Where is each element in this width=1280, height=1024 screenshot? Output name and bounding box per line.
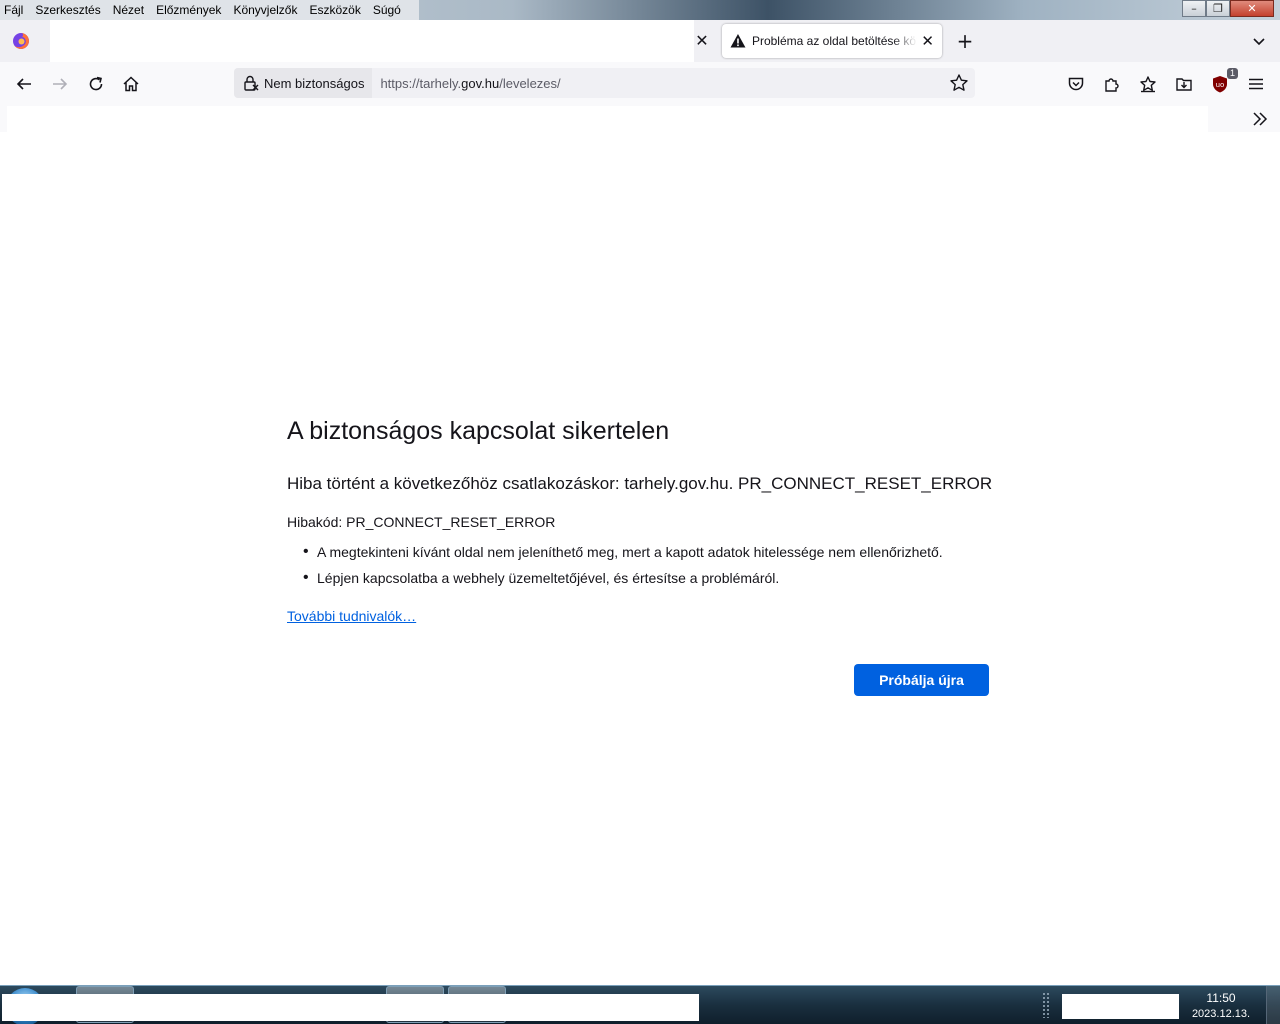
- back-arrow-icon: [16, 78, 31, 90]
- url-text[interactable]: https://tarhely.gov.hu/levelezes/: [380, 76, 560, 91]
- folder-download-icon: [1176, 78, 1192, 91]
- menu-history[interactable]: Előzmények: [156, 3, 221, 17]
- minimize-button[interactable]: –: [1182, 0, 1206, 17]
- error-code: Hibakód: PR_CONNECT_RESET_ERROR: [287, 514, 556, 530]
- page-content: A biztonságos kapcsolat sikertelen Hiba …: [0, 132, 1280, 985]
- url-suffix: /levelezes/: [499, 75, 561, 91]
- hamburger-menu-icon: [1249, 78, 1263, 90]
- clock-date: 2023.12.13.: [1191, 1008, 1251, 1020]
- tray-grip: [1042, 992, 1050, 1018]
- warning-icon: [730, 34, 746, 48]
- bookmarks-menu-button[interactable]: [1136, 72, 1160, 96]
- system-clock[interactable]: 11:50 2023.12.13.: [1188, 990, 1254, 1022]
- menu-view[interactable]: Nézet: [113, 3, 144, 17]
- home-button[interactable]: [119, 72, 143, 96]
- error-description: Hiba történt a következőhöz csatlakozásk…: [287, 474, 993, 493]
- address-bar[interactable]: Nem biztonságos https://tarhely.gov.hu/l…: [234, 68, 975, 98]
- extension-badge: 1: [1226, 68, 1238, 79]
- bookmark-star-icon[interactable]: [949, 73, 969, 93]
- downloads-button[interactable]: [1172, 72, 1196, 96]
- tab-active[interactable]: Probléma az oldal betöltése közben ✕: [722, 24, 942, 58]
- new-tab-button[interactable]: +: [954, 29, 976, 53]
- extensions-button[interactable]: [1100, 72, 1124, 96]
- menu-bar: Fájl Szerkesztés Nézet Előzmények Könyvj…: [0, 0, 419, 20]
- close-window-button[interactable]: ✕: [1230, 0, 1274, 17]
- firefox-icon: [13, 33, 29, 49]
- list-item: A megtekinteni kívánt oldal nem jeleníth…: [303, 543, 1007, 561]
- learn-more-link[interactable]: További tudnivalók…: [287, 608, 416, 624]
- window-title-bar: Fájl Szerkesztés Nézet Előzmények Könyvj…: [0, 0, 1280, 20]
- chevron-down-icon: [1253, 38, 1265, 46]
- back-button[interactable]: [12, 72, 36, 96]
- clock-time: 11:50: [1206, 991, 1236, 1005]
- menu-edit[interactable]: Szerkesztés: [35, 3, 100, 17]
- error-suggestions: A megtekinteni kívánt oldal nem jeleníth…: [303, 543, 1007, 587]
- svg-text:uo: uo: [1216, 81, 1225, 89]
- url-domain: gov.hu: [461, 75, 500, 91]
- redacted-tray-icons: [1062, 994, 1179, 1019]
- redacted-taskbar-items: [2, 994, 699, 1021]
- try-again-button[interactable]: Próbálja újra: [854, 664, 989, 696]
- reload-icon: [89, 76, 103, 91]
- star-list-icon: [1140, 76, 1156, 93]
- error-title: A biztonságos kapcsolat sikertelen: [287, 417, 670, 445]
- redacted-tab[interactable]: [50, 20, 694, 68]
- menu-bookmarks[interactable]: Könyvjelzők: [233, 3, 297, 17]
- taskbar: 11:50 2023.12.13.: [0, 985, 1280, 1024]
- tab-close-icon[interactable]: ✕: [921, 32, 934, 50]
- tab-close-icon[interactable]: ✕: [692, 30, 712, 50]
- security-label: Nem biztonságos: [264, 75, 365, 91]
- pocket-button[interactable]: [1064, 72, 1088, 96]
- list-all-tabs-button[interactable]: [1248, 30, 1270, 52]
- app-menu-button[interactable]: [1244, 72, 1268, 96]
- url-prefix: https://tarhely.: [380, 75, 462, 91]
- navigation-toolbar: Nem biztonságos https://tarhely.gov.hu/l…: [0, 62, 1280, 106]
- bookmarks-toolbar: [0, 106, 1280, 132]
- forward-button[interactable]: [48, 72, 72, 96]
- tab-strip: ✕ Probléma az oldal betöltése közben ✕ +: [0, 20, 1280, 68]
- reload-button[interactable]: [84, 72, 108, 96]
- list-item: Lépjen kapcsolatba a webhely üzemeltetőj…: [303, 569, 1007, 587]
- redacted-bookmarks: [7, 106, 1208, 132]
- ublock-extension-button[interactable]: uo 1: [1208, 68, 1238, 96]
- site-identity-button[interactable]: Nem biztonságos: [234, 68, 373, 98]
- menu-help[interactable]: Súgó: [373, 3, 401, 17]
- firefox-view-button[interactable]: [8, 28, 34, 54]
- menu-tools[interactable]: Eszközök: [309, 3, 360, 17]
- puzzle-icon: [1105, 78, 1119, 92]
- forward-arrow-icon: [53, 78, 68, 90]
- error-container: A biztonságos kapcsolat sikertelen Hiba …: [287, 417, 1007, 696]
- insecure-lock-icon: [244, 75, 259, 91]
- tab-title: Probléma az oldal betöltése közben: [751, 34, 917, 48]
- double-chevron-right-icon[interactable]: [1250, 109, 1270, 129]
- pocket-icon: [1068, 77, 1084, 91]
- menu-file[interactable]: Fájl: [4, 3, 23, 17]
- home-icon: [123, 76, 139, 92]
- show-desktop-button[interactable]: [1266, 986, 1280, 1024]
- restore-button[interactable]: ❐: [1206, 0, 1230, 17]
- window-controls: – ❐ ✕: [1182, 0, 1274, 18]
